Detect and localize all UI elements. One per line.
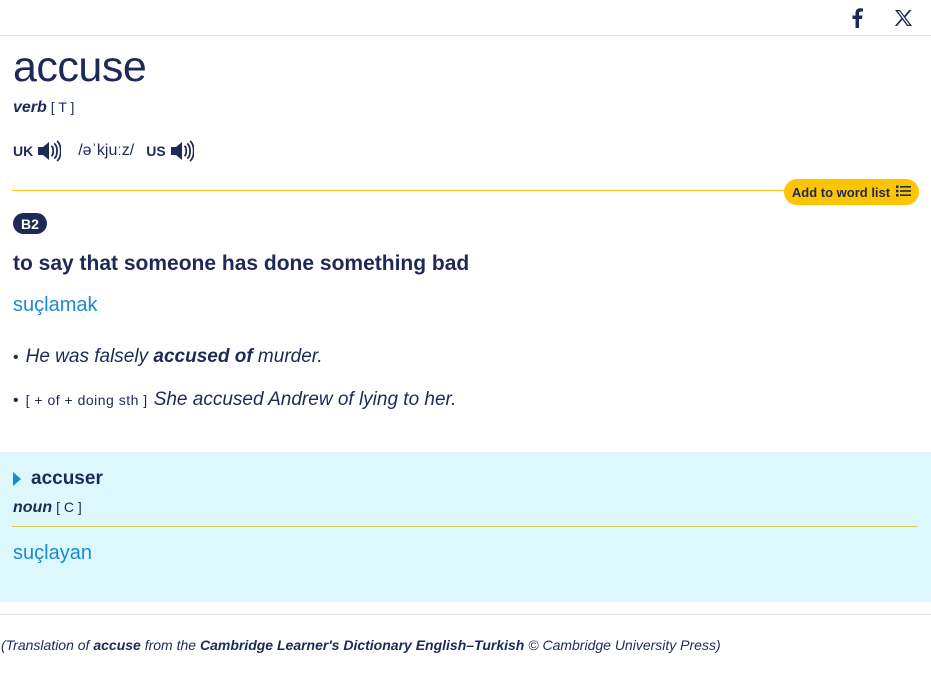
us-label: US <box>146 143 166 159</box>
cefr-level-badge: B2 <box>13 213 47 234</box>
footer-divider <box>0 614 931 615</box>
credit-word: accuse <box>93 637 141 653</box>
example-text-end: murder. <box>252 346 323 367</box>
x-twitter-icon[interactable] <box>891 7 915 29</box>
share-bar <box>0 0 931 36</box>
derived-part-of-speech: noun <box>13 499 53 516</box>
ipa-transcription: /əˈkjuːz/ <box>78 142 135 159</box>
derived-translation: suçlayan <box>13 542 92 564</box>
add-to-word-list-button[interactable]: Add to word list <box>784 179 919 205</box>
translation-credit: (Translation of accuse from the Cambridg… <box>1 636 721 654</box>
example-text: She accused Andrew of lying to her. <box>153 389 457 410</box>
derived-word-section: accuser noun[ C ] suçlayan <box>0 452 931 602</box>
uk-label: UK <box>13 143 34 159</box>
part-of-speech: verb <box>13 99 47 116</box>
section-divider <box>12 190 788 191</box>
example-grammar-code: [ + of + doing sth ] <box>25 392 148 408</box>
definition: to say that someone has done something b… <box>13 252 470 275</box>
credit-open: (Translation of <box>1 637 94 653</box>
pronunciation-row: UK /əˈkjuːz/ US <box>13 138 194 164</box>
translation: suçlamak <box>13 294 98 316</box>
bullet: • <box>13 349 19 366</box>
example-text: He was falsely accused of murder. <box>26 346 323 368</box>
derived-word-toggle[interactable]: accuser <box>13 468 103 490</box>
example-text-start: He was falsely <box>25 346 154 367</box>
facebook-icon[interactable] <box>845 7 869 29</box>
grammar-code: [ T ] <box>50 99 75 115</box>
expand-triangle-icon <box>13 472 21 486</box>
part-of-speech-line: verb[ T ] <box>13 98 74 117</box>
derived-part-of-speech-line: noun[ C ] <box>13 498 82 517</box>
example-sentence: • He was falsely accused of murder. <box>13 346 323 369</box>
headword: accuse <box>13 43 147 91</box>
bullet: • <box>13 392 19 409</box>
derived-divider <box>12 526 918 527</box>
credit-rest: © Cambridge University Press) <box>524 637 721 653</box>
us-audio-speaker-icon[interactable] <box>170 140 194 162</box>
example-collocation: accused of <box>153 346 253 367</box>
credit-source: Cambridge Learner's Dictionary English–T… <box>199 637 525 653</box>
derived-word: accuser <box>31 468 103 489</box>
derived-grammar-code: [ C ] <box>56 499 82 515</box>
uk-audio-speaker-icon[interactable] <box>37 140 62 162</box>
list-icon <box>896 185 912 200</box>
example-sentence: • [ + of + doing sth ] She accused Andre… <box>13 389 456 412</box>
credit-from: from the <box>140 637 200 653</box>
add-to-word-list-label: Add to word list <box>791 184 891 200</box>
